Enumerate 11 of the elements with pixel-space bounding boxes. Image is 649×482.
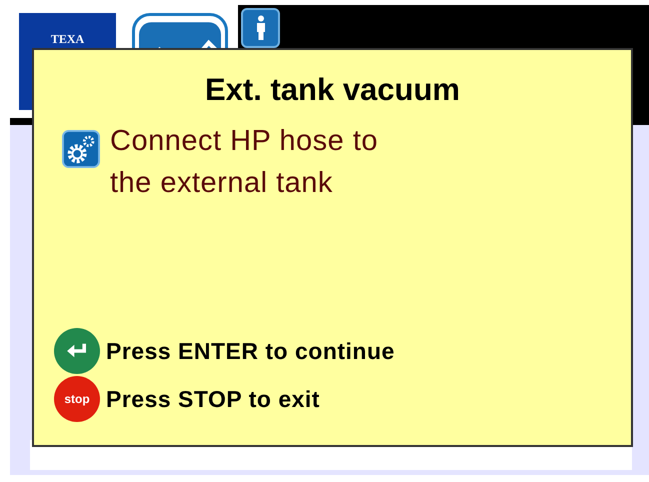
instruction-text: Press ENTER to continue — [106, 337, 395, 366]
person-icon — [254, 15, 266, 41]
stop-icon: stop — [54, 376, 100, 422]
enter-icon — [54, 328, 100, 374]
message-line: the external tank — [110, 166, 334, 201]
dialog-title: Ext. tank vacuum — [205, 72, 460, 108]
message-line: Connect HP hose to — [110, 124, 378, 159]
logo-text: TEXA — [50, 33, 84, 46]
gears-icon — [62, 130, 100, 168]
instruction-text: Press STOP to exit — [106, 385, 320, 414]
person-button[interactable] — [241, 8, 280, 48]
